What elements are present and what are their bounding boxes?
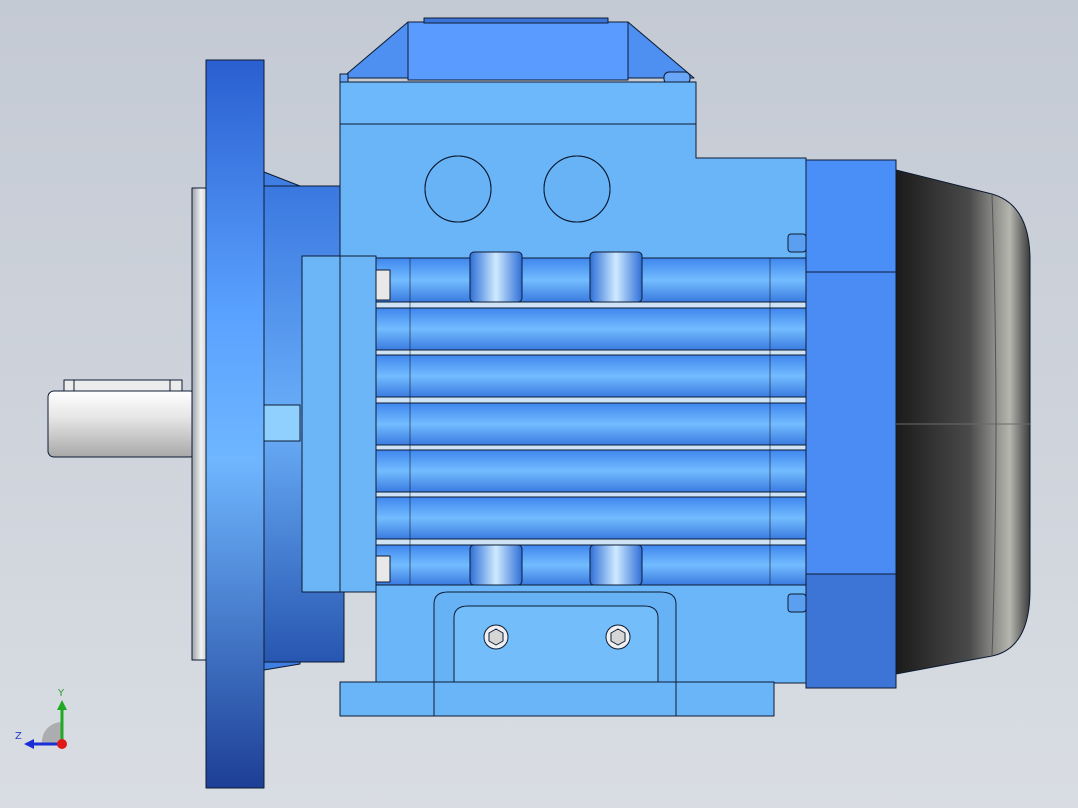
mounting-flange[interactable] xyxy=(205,59,265,789)
triad-x-axis xyxy=(57,739,67,749)
motor-foot[interactable] xyxy=(339,584,807,717)
triad-z-label: Z xyxy=(15,731,22,742)
front-end-shield xyxy=(301,255,377,593)
cooling-fins xyxy=(375,257,807,586)
terminal-box-lid[interactable] xyxy=(339,17,695,85)
triad-z-arrow xyxy=(24,739,34,749)
triad-y-label: Y xyxy=(58,688,65,699)
terminal-box[interactable] xyxy=(339,81,807,259)
rear-end-shield xyxy=(805,159,897,689)
triad-y-arrow xyxy=(57,700,67,710)
cad-viewport[interactable] xyxy=(0,0,1078,808)
hex-bolt-1 xyxy=(483,624,509,650)
motor-shaft[interactable] xyxy=(47,379,197,458)
hex-bolt-2 xyxy=(605,624,631,650)
fan-cover[interactable] xyxy=(895,169,1031,675)
